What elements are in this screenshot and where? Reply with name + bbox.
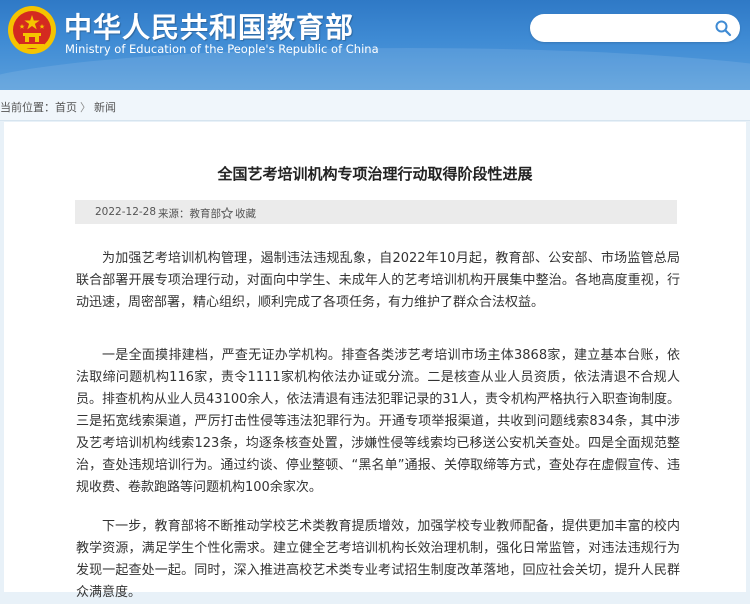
- star-icon: [221, 207, 233, 219]
- breadcrumb-link-news[interactable]: 新闻: [94, 101, 116, 114]
- article-paragraph-2: 一是全面摸排建档，严查无证办学机构。排查各类涉艺考培训市场主体3868家，建立基…: [76, 348, 680, 495]
- breadcrumb-link-home[interactable]: 首页: [55, 101, 77, 114]
- article-source: 来源：教育部: [158, 208, 221, 220]
- favorite-label: 收藏: [235, 208, 256, 220]
- breadcrumb-label: 当前位置：: [0, 101, 55, 114]
- search-icon[interactable]: [714, 19, 732, 37]
- article-paragraph-3: 下一步，教育部将不断推动学校艺术类教育提质增效，加强学校专业教师配备，提供更加丰…: [76, 519, 680, 600]
- site-title-cn: 中华人民共和国教育部: [64, 11, 355, 44]
- article-date: 2022-12-28: [95, 206, 157, 218]
- article-meta-bar: 2022-12-28 来源：教育部 收藏: [75, 200, 677, 224]
- breadcrumb: 当前位置：首页〉新闻: [0, 99, 116, 115]
- breadcrumb-separator-icon: 〉: [80, 101, 91, 114]
- search-input[interactable]: [530, 14, 740, 42]
- favorite-button[interactable]: 收藏: [221, 206, 256, 221]
- site-header: 中华人民共和国教育部 Ministry of Education of the …: [0, 0, 750, 90]
- article-paragraph-1: 为加强艺考培训机构管理，遏制违法违规乱象，自2022年10月起，教育部、公安部、…: [76, 251, 680, 310]
- site-title-en: Ministry of Education of the People's Re…: [65, 42, 379, 56]
- national-emblem-icon[interactable]: [6, 4, 58, 56]
- article-title: 全国艺考培训机构专项治理行动取得阶段性进展: [217, 165, 533, 183]
